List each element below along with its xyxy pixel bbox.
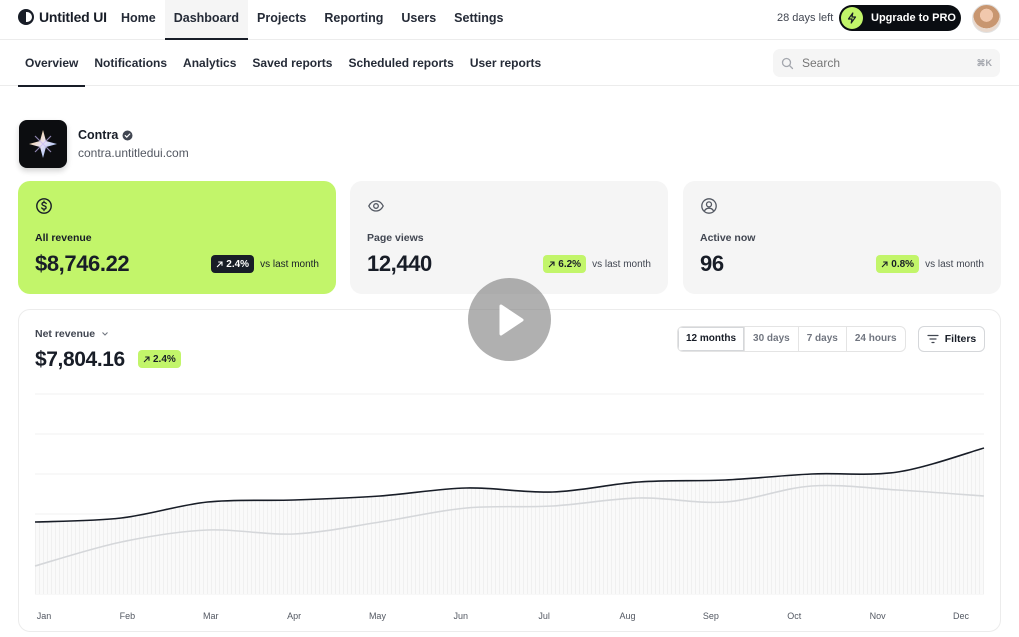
kpi-card-all-revenue[interactable]: All revenue $8,746.22 2.4% vs last month bbox=[18, 181, 336, 294]
x-tick-label: Aug bbox=[620, 611, 636, 621]
range-30-days[interactable]: 30 days bbox=[745, 327, 799, 351]
chevron-down-icon bbox=[102, 332, 108, 336]
range-7-days[interactable]: 7 days bbox=[799, 327, 847, 351]
nav-reporting[interactable]: Reporting bbox=[315, 0, 392, 40]
filter-lines-icon bbox=[927, 334, 939, 344]
kpi-comparison: 0.8% vs last month bbox=[876, 255, 984, 273]
x-tick-label: May bbox=[369, 611, 387, 621]
kpi-value: 96 bbox=[700, 251, 724, 276]
company-name: Contra bbox=[78, 128, 119, 142]
play-icon bbox=[499, 304, 523, 335]
brand-name: Untitled UI bbox=[39, 9, 107, 25]
x-tick-label: Apr bbox=[287, 611, 301, 621]
kpi-card-active-now[interactable]: Active now 96 0.8% vs last month bbox=[683, 181, 1001, 294]
kpi-label: Page views bbox=[367, 232, 424, 244]
x-tick-label: Feb bbox=[120, 611, 136, 621]
dollar-circle-icon bbox=[36, 198, 52, 214]
arrow-up-right-icon bbox=[216, 260, 223, 267]
main-nav: Home Dashboard Projects Reporting Users … bbox=[112, 0, 512, 40]
time-range-selector: 12 months 30 days 7 days 24 hours bbox=[677, 326, 906, 352]
x-tick-label: Oct bbox=[787, 611, 802, 621]
tab-notifications[interactable]: Notifications bbox=[87, 40, 174, 86]
revenue-trend-badge: 2.4% bbox=[138, 350, 181, 368]
trend-value: 0.8% bbox=[891, 258, 915, 270]
user-circle-icon bbox=[701, 198, 717, 214]
trend-value: 6.2% bbox=[558, 258, 582, 270]
untitled-ui-logo-icon bbox=[18, 9, 34, 25]
company-header: Contra contra.untitledui.com bbox=[19, 120, 189, 168]
x-tick-label: Sep bbox=[703, 611, 719, 621]
arrow-up-right-icon bbox=[881, 260, 888, 267]
comparison-text: vs last month bbox=[592, 258, 651, 270]
kpi-comparison: 2.4% vs last month bbox=[211, 255, 319, 273]
company-name-row: Contra bbox=[78, 128, 189, 142]
tab-scheduled-reports[interactable]: Scheduled reports bbox=[341, 40, 460, 86]
nav-home[interactable]: Home bbox=[112, 0, 165, 40]
comparison-text: vs last month bbox=[925, 258, 984, 270]
lightning-bolt-icon bbox=[841, 7, 863, 29]
arrow-up-right-icon bbox=[548, 260, 555, 267]
filters-button[interactable]: Filters bbox=[918, 326, 985, 352]
range-12-months[interactable]: 12 months bbox=[678, 327, 746, 351]
trend-value: 2.4% bbox=[153, 353, 176, 365]
search-icon bbox=[781, 57, 794, 69]
company-url: contra.untitledui.com bbox=[78, 146, 189, 160]
contra-logo-icon bbox=[19, 120, 67, 168]
revenue-line-chart: Jan Feb Mar Apr May Jun Jul Aug Sep Oct Nov Dec bbox=[34, 393, 985, 621]
top-navigation-bar: Untitled UI Home Dashboard Projects Repo… bbox=[0, 0, 1019, 40]
range-24-hours[interactable]: 24 hours bbox=[847, 327, 905, 351]
filters-label: Filters bbox=[944, 333, 977, 345]
comparison-text: vs last month bbox=[260, 258, 319, 270]
trend-badge: 6.2% bbox=[543, 255, 587, 273]
net-revenue-value: $7,804.16 bbox=[35, 348, 125, 371]
x-tick-label: Jan bbox=[37, 611, 52, 621]
kpi-comparison: 6.2% vs last month bbox=[543, 255, 651, 273]
x-tick-label: Nov bbox=[870, 611, 887, 621]
trend-badge: 2.4% bbox=[211, 255, 255, 273]
upgrade-label: Upgrade to PRO bbox=[871, 12, 956, 24]
kpi-value: 12,440 bbox=[367, 251, 432, 276]
kpi-value: $8,746.22 bbox=[35, 251, 130, 276]
search-box[interactable]: ⌘K bbox=[773, 49, 1000, 77]
nav-dashboard[interactable]: Dashboard bbox=[164, 0, 249, 40]
x-tick-label: Dec bbox=[953, 611, 970, 621]
x-tick-label: Jul bbox=[538, 611, 550, 621]
tab-overview[interactable]: Overview bbox=[18, 40, 86, 87]
search-shortcut: ⌘K bbox=[976, 57, 993, 68]
secondary-navigation: Overview Notifications Analytics Saved r… bbox=[0, 40, 1019, 87]
upgrade-button[interactable]: Upgrade to PRO bbox=[839, 5, 961, 31]
nav-settings[interactable]: Settings bbox=[445, 0, 512, 40]
brand-logo[interactable]: Untitled UI bbox=[18, 9, 107, 25]
kpi-label: All revenue bbox=[35, 232, 92, 244]
nav-projects[interactable]: Projects bbox=[248, 0, 315, 40]
net-revenue-label: Net revenue bbox=[35, 328, 96, 340]
page-tabs: Overview Notifications Analytics Saved r… bbox=[18, 40, 548, 87]
arrow-up-right-icon bbox=[143, 355, 150, 362]
trend-value: 2.4% bbox=[226, 258, 250, 270]
tab-analytics[interactable]: Analytics bbox=[176, 40, 243, 86]
tab-saved-reports[interactable]: Saved reports bbox=[245, 40, 339, 86]
net-revenue-dropdown[interactable]: Net revenue bbox=[35, 328, 109, 340]
user-avatar[interactable] bbox=[972, 4, 1001, 33]
search-input[interactable] bbox=[802, 56, 969, 70]
verified-badge-icon bbox=[122, 130, 133, 140]
tab-user-reports[interactable]: User reports bbox=[463, 40, 548, 86]
eye-icon bbox=[368, 200, 384, 212]
x-tick-label: Jun bbox=[454, 611, 469, 621]
trial-days-left: 28 days left bbox=[777, 12, 834, 24]
video-play-button[interactable] bbox=[468, 278, 551, 361]
trend-badge: 0.8% bbox=[876, 255, 920, 273]
kpi-label: Active now bbox=[700, 232, 756, 244]
series-area-fill bbox=[35, 448, 984, 594]
nav-users[interactable]: Users bbox=[392, 0, 445, 40]
x-tick-label: Mar bbox=[203, 611, 219, 621]
